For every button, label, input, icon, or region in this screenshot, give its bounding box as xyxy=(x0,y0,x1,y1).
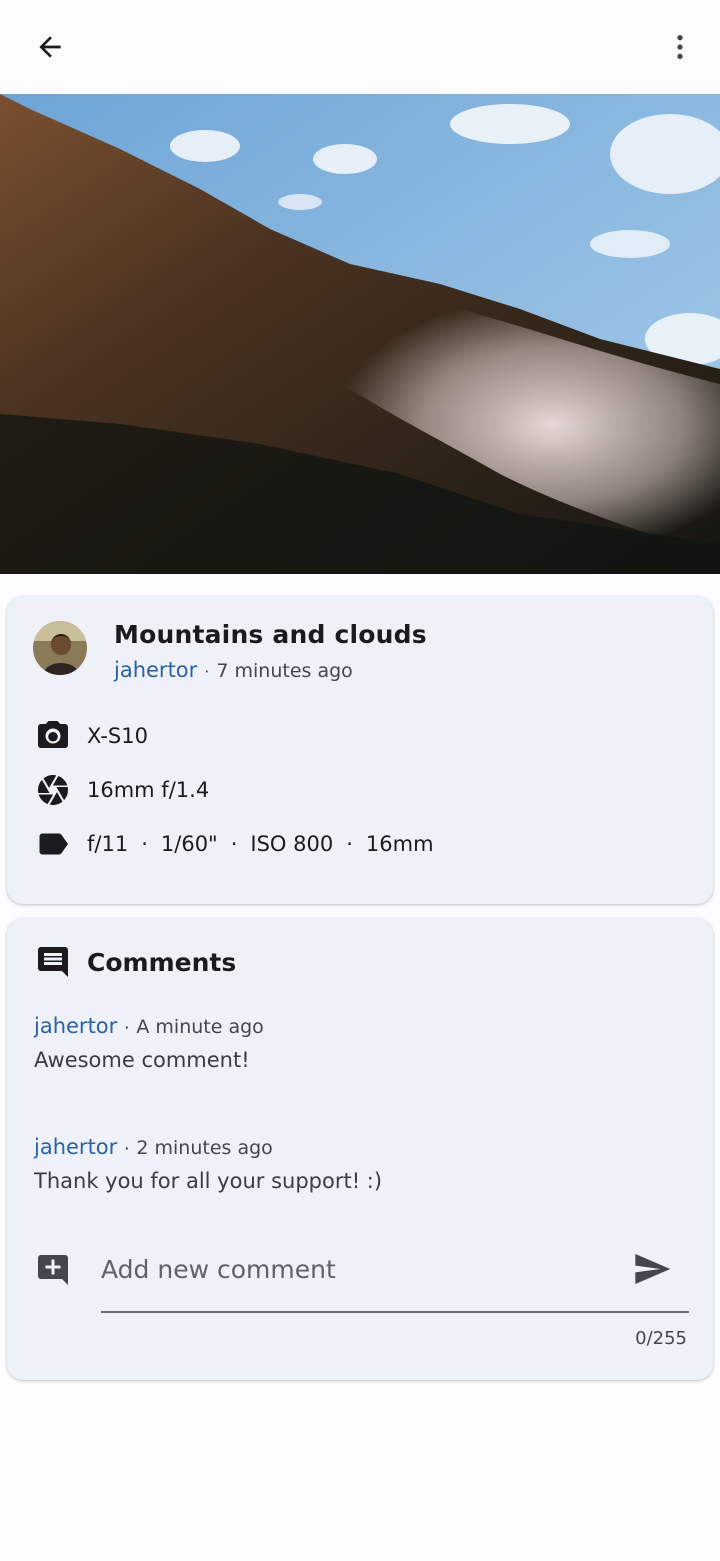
more-vert-icon xyxy=(677,35,683,59)
comment-timestamp: A minute ago xyxy=(136,1016,264,1038)
comment-item: jahertor · A minute ago Awesome comment! xyxy=(34,1014,264,1072)
comment-icon xyxy=(35,944,71,980)
send-comment-button[interactable] xyxy=(627,1244,677,1294)
aperture-icon xyxy=(35,772,71,808)
back-button[interactable] xyxy=(28,25,72,69)
camera-model: X-S10 xyxy=(87,724,148,748)
comment-meta: jahertor · A minute ago xyxy=(34,1014,264,1038)
meta-separator: · xyxy=(204,662,210,681)
settings-separator: · xyxy=(141,832,148,856)
input-underline xyxy=(101,1311,689,1313)
comment-text: Thank you for all your support! :) xyxy=(34,1169,383,1193)
comment-author-link[interactable]: jahertor xyxy=(34,1135,117,1159)
send-icon xyxy=(635,1254,671,1284)
post-title: Mountains and clouds xyxy=(114,620,427,649)
camera-icon xyxy=(35,718,71,754)
post-author-link[interactable]: jahertor xyxy=(114,658,197,682)
more-options-button[interactable] xyxy=(658,25,702,69)
lens-info: 16mm f/1.4 xyxy=(87,778,210,802)
post-info-card: Mountains and clouds jahertor · 7 minute… xyxy=(7,596,713,904)
exposure-row: f/11 · 1/60" · ISO 800 · 16mm xyxy=(35,826,434,862)
focal-length-value: 16mm xyxy=(365,832,434,856)
iso-value: ISO 800 xyxy=(250,832,334,856)
meta-separator: · xyxy=(124,1139,130,1158)
comment-timestamp: 2 minutes ago xyxy=(136,1137,273,1159)
camera-row: X-S10 xyxy=(35,718,148,754)
settings-separator: · xyxy=(346,832,353,856)
comments-header: Comments xyxy=(35,944,236,980)
author-avatar[interactable] xyxy=(33,621,87,675)
comment-meta: jahertor · 2 minutes ago xyxy=(34,1135,382,1159)
post-timestamp: 7 minutes ago xyxy=(216,660,353,682)
character-counter: 0/255 xyxy=(635,1328,687,1349)
meta-separator: · xyxy=(124,1018,130,1037)
post-detail-screen: Mountains and clouds jahertor · 7 minute… xyxy=(0,0,720,1561)
add-comment-input[interactable] xyxy=(101,1244,621,1294)
label-icon xyxy=(35,826,71,862)
settings-separator: · xyxy=(230,832,238,856)
arrow-back-icon xyxy=(39,36,61,58)
comment-text: Awesome comment! xyxy=(34,1048,250,1072)
add-comment-icon xyxy=(35,1252,71,1288)
comment-item: jahertor · 2 minutes ago Thank you for a… xyxy=(34,1135,382,1193)
post-meta: jahertor · 7 minutes ago xyxy=(114,658,353,682)
add-comment-row xyxy=(35,1244,689,1316)
shutter-value: 1/60" xyxy=(160,832,218,856)
aperture-value: f/11 xyxy=(87,832,129,856)
post-photo[interactable] xyxy=(0,94,720,574)
comments-card: Comments jahertor · A minute ago Awesome… xyxy=(7,918,713,1380)
comments-title: Comments xyxy=(87,947,237,977)
lens-row: 16mm f/1.4 xyxy=(35,772,209,808)
top-app-bar xyxy=(0,0,720,94)
comment-author-link[interactable]: jahertor xyxy=(34,1014,117,1038)
